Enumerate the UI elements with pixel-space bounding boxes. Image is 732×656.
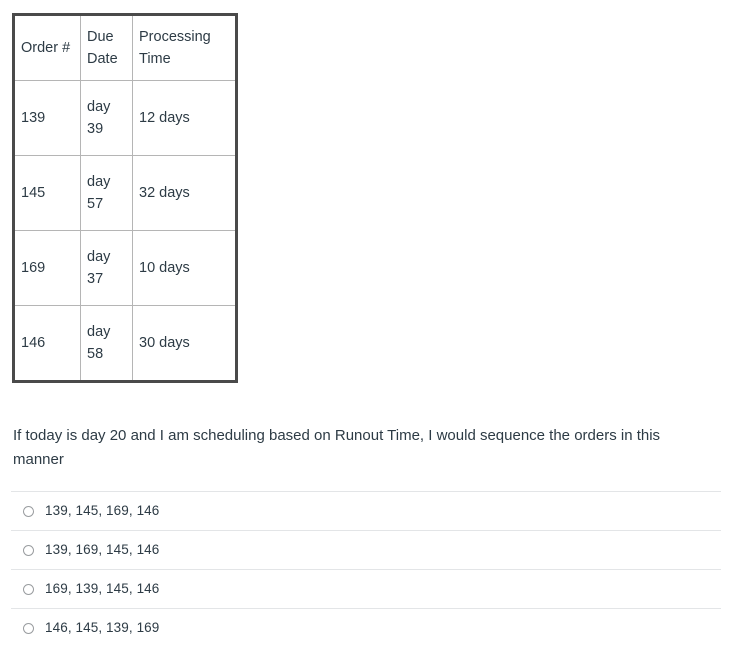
cell-due-date: day 37 bbox=[80, 230, 133, 306]
table-header-row: Order # Due Date Processing Time bbox=[13, 14, 237, 81]
answer-option-label: 169, 139, 145, 146 bbox=[45, 581, 160, 597]
answer-option[interactable]: 169, 139, 145, 146 bbox=[11, 569, 721, 608]
answer-options-list: 139, 145, 169, 146 139, 169, 145, 146 16… bbox=[11, 491, 721, 647]
cell-order-number: 169 bbox=[13, 230, 81, 306]
cell-processing-time: 32 days bbox=[132, 155, 237, 231]
table-row: 146 day 58 30 days bbox=[13, 305, 237, 382]
answer-option[interactable]: 139, 145, 169, 146 bbox=[11, 491, 721, 530]
column-header-processing-time: Processing Time bbox=[132, 14, 237, 81]
table-row: 145 day 57 32 days bbox=[13, 155, 237, 231]
cell-processing-time: 12 days bbox=[132, 80, 237, 156]
radio-button-icon[interactable] bbox=[23, 544, 34, 556]
answer-option[interactable]: 139, 169, 145, 146 bbox=[11, 530, 721, 569]
cell-due-date: day 57 bbox=[80, 155, 133, 231]
column-header-due-date: Due Date bbox=[80, 14, 133, 81]
cell-due-date: day 58 bbox=[80, 305, 133, 382]
answer-option-label: 146, 145, 139, 169 bbox=[45, 620, 160, 636]
answer-option-label: 139, 145, 169, 146 bbox=[45, 503, 160, 519]
radio-button-icon[interactable] bbox=[23, 622, 34, 634]
cell-order-number: 146 bbox=[13, 305, 81, 382]
answer-option[interactable]: 146, 145, 139, 169 bbox=[11, 608, 721, 647]
radio-button-icon[interactable] bbox=[23, 505, 34, 517]
table-row: 139 day 39 12 days bbox=[13, 80, 237, 156]
orders-table-container: Order # Due Date Processing Time 139 day… bbox=[12, 13, 238, 383]
orders-table: Order # Due Date Processing Time 139 day… bbox=[12, 13, 238, 383]
answer-option-label: 139, 169, 145, 146 bbox=[45, 542, 160, 558]
column-header-order: Order # bbox=[13, 14, 81, 81]
radio-button-icon[interactable] bbox=[23, 583, 34, 595]
cell-processing-time: 10 days bbox=[132, 230, 237, 306]
question-prompt: If today is day 20 and I am scheduling b… bbox=[13, 427, 661, 469]
cell-order-number: 139 bbox=[13, 80, 81, 156]
question-page: Order # Due Date Processing Time 139 day… bbox=[0, 0, 732, 656]
cell-order-number: 145 bbox=[13, 155, 81, 231]
table-row: 169 day 37 10 days bbox=[13, 230, 237, 306]
cell-processing-time: 30 days bbox=[132, 305, 237, 382]
cell-due-date: day 39 bbox=[80, 80, 133, 156]
